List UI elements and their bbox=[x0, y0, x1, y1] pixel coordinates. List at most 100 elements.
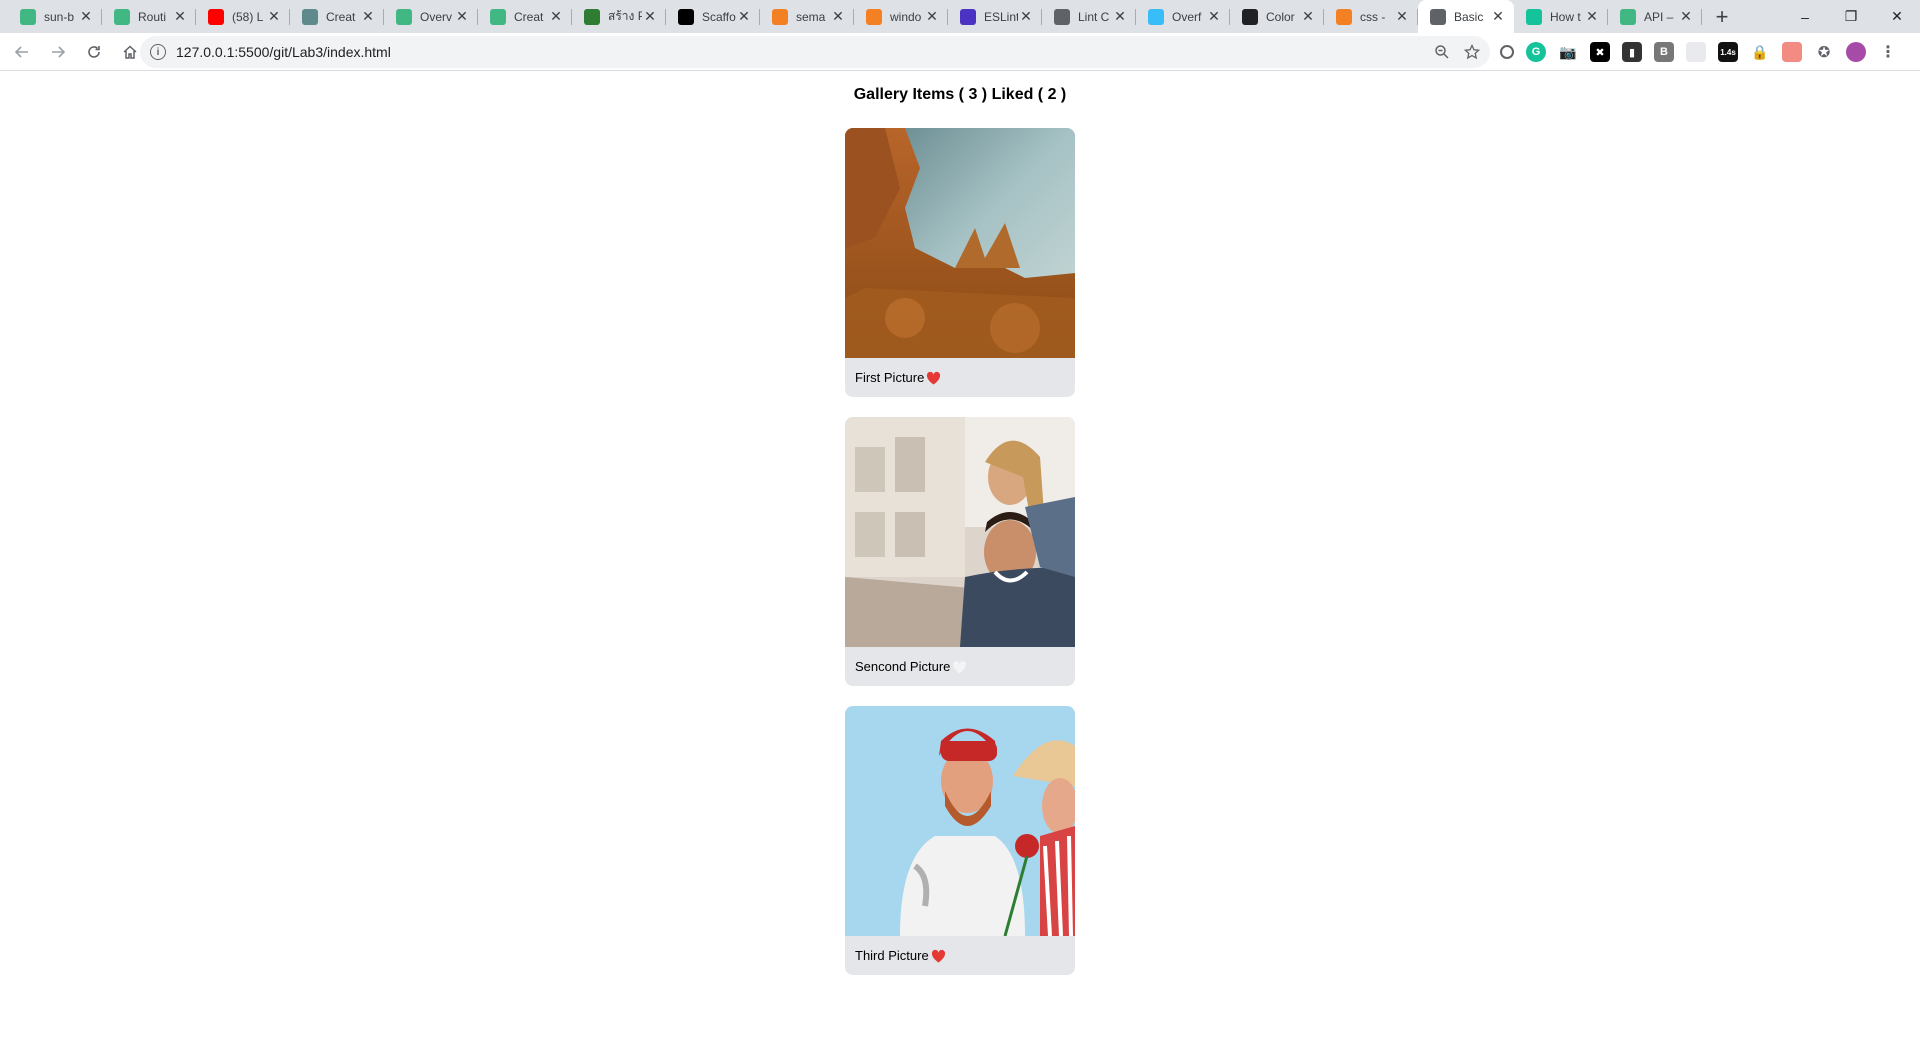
x-extension-icon[interactable]: ✖ bbox=[1590, 42, 1610, 62]
close-tab-icon[interactable]: ✕ bbox=[172, 8, 188, 25]
card-caption: Sencond Picture bbox=[845, 647, 1075, 686]
close-tab-icon[interactable]: ✕ bbox=[1394, 8, 1410, 25]
gallery-card: First Picture bbox=[845, 128, 1075, 397]
browser-tab[interactable]: Creat ✕ bbox=[478, 0, 572, 33]
window-controls: – ❐ ✕ bbox=[1782, 0, 1920, 33]
close-tab-icon[interactable]: ✕ bbox=[266, 8, 282, 25]
address-bar[interactable]: i 127.0.0.1:5500/git/Lab3/index.html bbox=[140, 36, 1490, 68]
camera-extension-icon[interactable]: 📷 bbox=[1558, 42, 1578, 62]
heart-unliked-icon[interactable] bbox=[952, 660, 967, 674]
new-tab-button[interactable]: + bbox=[1708, 3, 1736, 31]
reload-icon bbox=[88, 45, 100, 58]
reload-button[interactable] bbox=[78, 36, 110, 68]
tab-title: Basic bbox=[1454, 9, 1484, 24]
forward-arrow-icon bbox=[52, 45, 66, 58]
browser-tab-strip: sun-b ✕ Routi ✕ (58) L ✕ Creat ✕ Overv ✕ Creat ✕ สร้… bbox=[0, 0, 1920, 33]
gallery-title: Gallery Items ( 3 ) Liked ( 2 ) bbox=[853, 86, 1067, 103]
circle-icon bbox=[1054, 8, 1070, 25]
profile-avatar[interactable] bbox=[1846, 42, 1866, 62]
extension-badge: 1.4s bbox=[1720, 47, 1736, 57]
browser-tab[interactable]: สร้าง P ✕ bbox=[572, 0, 666, 33]
close-tab-icon[interactable]: ✕ bbox=[1678, 8, 1694, 25]
tab-title: sema bbox=[796, 9, 826, 24]
vue-icon bbox=[490, 8, 506, 25]
back-button[interactable] bbox=[6, 36, 38, 68]
b-extension-icon[interactable]: B bbox=[1654, 42, 1674, 62]
close-window-button[interactable]: ✕ bbox=[1874, 0, 1920, 33]
close-tab-icon[interactable]: ✕ bbox=[924, 8, 940, 25]
tab-title: Creat bbox=[326, 9, 356, 24]
card-caption: Third Picture bbox=[845, 936, 1075, 975]
close-tab-icon[interactable]: ✕ bbox=[548, 8, 564, 25]
home-icon bbox=[123, 44, 137, 59]
heart-liked-icon[interactable] bbox=[926, 371, 941, 385]
browser-tab[interactable]: Overf ✕ bbox=[1136, 0, 1230, 33]
close-tab-icon[interactable]: ✕ bbox=[1490, 8, 1506, 25]
book-extension-icon[interactable]: ▮ bbox=[1622, 42, 1642, 62]
browser-tab[interactable]: Routi ✕ bbox=[102, 0, 196, 33]
circle-extension-icon[interactable] bbox=[1500, 45, 1514, 59]
github-icon bbox=[1242, 8, 1258, 25]
close-tab-icon[interactable]: ✕ bbox=[1584, 8, 1600, 25]
browser-tab[interactable]: Creat ✕ bbox=[290, 0, 384, 33]
grammarly-extension-icon[interactable]: G bbox=[1526, 42, 1546, 62]
browser-tab[interactable]: Overv ✕ bbox=[384, 0, 478, 33]
close-tab-icon[interactable]: ✕ bbox=[454, 8, 470, 25]
browser-tab[interactable]: How t ✕ bbox=[1514, 0, 1608, 33]
puzzle-extensions-icon[interactable]: ✪ bbox=[1814, 42, 1834, 62]
tab-title: (58) L bbox=[232, 9, 264, 24]
close-tab-icon[interactable]: ✕ bbox=[1300, 8, 1316, 25]
bookmark-star-icon[interactable] bbox=[1464, 44, 1480, 60]
tab-title: สร้าง P bbox=[608, 9, 642, 23]
close-tab-icon[interactable]: ✕ bbox=[360, 8, 376, 25]
url-text[interactable]: 127.0.0.1:5500/git/Lab3/index.html bbox=[176, 44, 391, 60]
vue-icon bbox=[396, 8, 412, 25]
browser-tab[interactable]: Lint C ✕ bbox=[1042, 0, 1136, 33]
lock-extension-icon[interactable]: 🔒 bbox=[1750, 42, 1770, 62]
close-tab-icon[interactable]: ✕ bbox=[736, 8, 752, 25]
tab-title: API – bbox=[1644, 9, 1674, 24]
close-tab-icon[interactable]: ✕ bbox=[642, 8, 658, 25]
couple-piggyback-image bbox=[845, 417, 1075, 647]
wikipedia-icon bbox=[678, 8, 694, 25]
browser-tab[interactable]: Color ✕ bbox=[1230, 0, 1324, 33]
tab-title: Overv bbox=[420, 9, 453, 24]
zoom-icon[interactable] bbox=[1434, 44, 1450, 60]
close-tab-icon[interactable]: ✕ bbox=[830, 8, 846, 25]
minimize-button[interactable]: – bbox=[1782, 0, 1828, 33]
close-tab-icon[interactable]: ✕ bbox=[1018, 8, 1034, 25]
close-tab-icon[interactable]: ✕ bbox=[78, 8, 94, 25]
browser-tab[interactable]: ESLint ✕ bbox=[948, 0, 1042, 33]
stackoverflow-icon bbox=[866, 8, 882, 25]
tab-list: sun-b ✕ Routi ✕ (58) L ✕ Creat ✕ Overv ✕ Creat ✕ สร้… bbox=[0, 0, 1736, 33]
browser-tab[interactable]: API – ✕ bbox=[1608, 0, 1702, 33]
menu-kebab-icon[interactable]: ⋮ bbox=[1878, 42, 1898, 62]
blank-extension-icon[interactable] bbox=[1686, 42, 1706, 62]
card-title: First Picture bbox=[855, 370, 925, 385]
browser-tab[interactable]: css - ✕ bbox=[1324, 0, 1418, 33]
browser-tab[interactable]: Scaffo ✕ bbox=[666, 0, 760, 33]
grammarly-icon bbox=[1526, 8, 1542, 25]
browser-toolbar: i 127.0.0.1:5500/git/Lab3/index.html G 📷… bbox=[0, 33, 1920, 71]
browser-tab[interactable]: windo ✕ bbox=[854, 0, 948, 33]
tab-title: ESLint bbox=[984, 9, 1018, 24]
stackoverflow-icon bbox=[772, 8, 788, 25]
close-tab-icon[interactable]: ✕ bbox=[1206, 8, 1222, 25]
speedtest-extension-icon[interactable]: 1.4s bbox=[1718, 42, 1738, 62]
browser-tab[interactable]: Basic ✕ bbox=[1418, 0, 1514, 33]
couple-flower-image bbox=[845, 706, 1075, 936]
stack-extension-icon[interactable] bbox=[1782, 42, 1802, 62]
tailwind-icon bbox=[1148, 8, 1164, 25]
heart-liked-icon[interactable] bbox=[931, 949, 946, 963]
restore-button[interactable]: ❐ bbox=[1828, 0, 1874, 33]
forward-button[interactable] bbox=[42, 36, 74, 68]
vue-icon bbox=[20, 8, 36, 25]
card-title: Third Picture bbox=[855, 948, 929, 963]
close-tab-icon[interactable]: ✕ bbox=[1112, 8, 1128, 25]
site-info-icon[interactable]: i bbox=[150, 44, 166, 60]
gallery-card: Sencond Picture bbox=[845, 417, 1075, 686]
globe-icon bbox=[1430, 8, 1446, 25]
browser-tab[interactable]: sun-b ✕ bbox=[8, 0, 102, 33]
browser-tab[interactable]: (58) L ✕ bbox=[196, 0, 290, 33]
browser-tab[interactable]: sema ✕ bbox=[760, 0, 854, 33]
